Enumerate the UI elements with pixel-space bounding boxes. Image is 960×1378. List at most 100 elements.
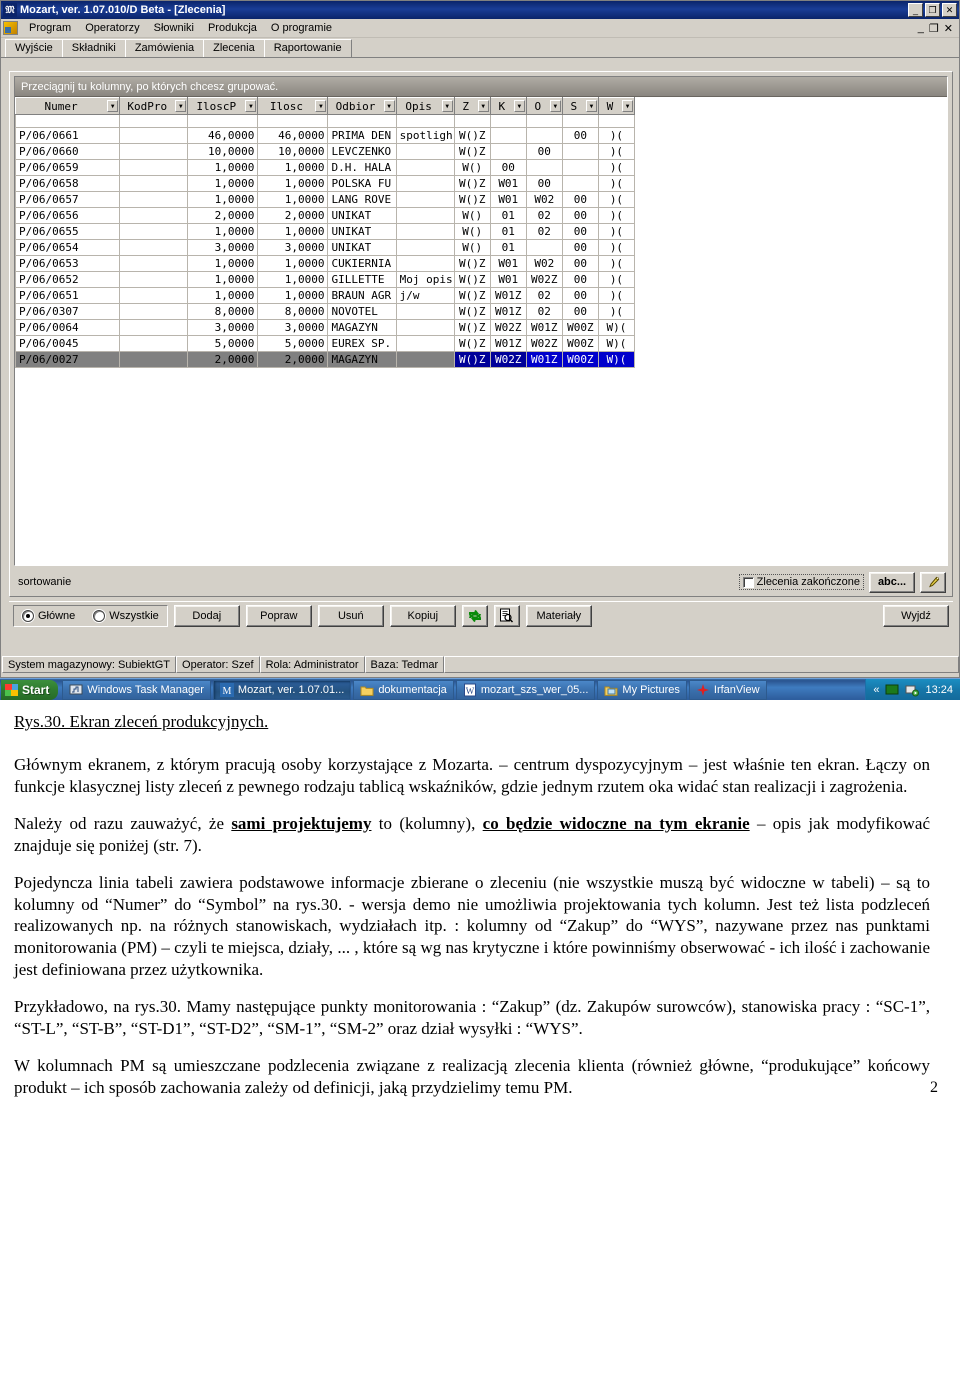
cell-pm-w[interactable]: )( [597, 143, 636, 160]
filter-cell[interactable] [187, 114, 259, 128]
cell-pm-w[interactable]: )( [597, 239, 636, 256]
close-button[interactable]: ✕ [942, 3, 957, 17]
cell-pm-o[interactable]: 00 [525, 143, 563, 160]
chevron-down-icon[interactable]: ▼ [441, 100, 453, 112]
cell-opis[interactable] [395, 319, 455, 336]
cell-kodpro[interactable] [119, 127, 189, 144]
cell-pm-w[interactable]: )( [597, 287, 636, 304]
cell-opis[interactable] [395, 335, 455, 352]
cell-pm-k[interactable]: W02Z [489, 351, 527, 368]
cell-pm-z[interactable]: W()Z [453, 143, 491, 160]
cell-opis[interactable] [395, 191, 455, 208]
cell-kodpro[interactable] [119, 303, 189, 320]
filter-cell[interactable] [395, 114, 455, 128]
tray-expand-icon[interactable]: « [873, 684, 879, 696]
cell-pm-k[interactable]: W01 [489, 271, 527, 288]
cell-pm-o[interactable] [525, 239, 563, 256]
tab-raportowanie[interactable]: Raportowanie [263, 39, 352, 57]
cell-kodpro[interactable] [119, 191, 189, 208]
add-button[interactable]: Dodaj [173, 604, 240, 627]
cell-pm-o[interactable]: 02 [525, 287, 563, 304]
cell-pm-k[interactable]: W02Z [489, 319, 527, 336]
cell-pm-k[interactable] [489, 127, 527, 144]
table-row[interactable]: P/06/0658 1,0000 1,0000 POLSKA FU W()Z W01 00)… [15, 175, 636, 192]
cell-pm-o[interactable]: 02 [525, 207, 563, 224]
cell-pm-o[interactable]: W01Z [525, 351, 563, 368]
cell-pm-w[interactable]: )( [597, 207, 636, 224]
cell-pm-s[interactable]: 00 [561, 287, 599, 304]
cell-ilosc[interactable]: 46,0000 [257, 127, 329, 144]
cell-kodpro[interactable] [119, 319, 189, 336]
cell-odbior[interactable]: BRAUN AGR [327, 287, 397, 304]
table-row[interactable]: P/06/0660 10,0000 10,0000 LEVCZENKO W()Z 00)( [15, 143, 636, 160]
cell-pm-z[interactable]: W()Z [453, 175, 491, 192]
cell-iloscp[interactable]: 1,0000 [187, 175, 259, 192]
cell-pm-z[interactable]: W() [453, 207, 491, 224]
filter-cell[interactable] [561, 114, 599, 128]
cell-pm-s[interactable]: 00 [561, 271, 599, 288]
cell-ilosc[interactable]: 2,0000 [257, 207, 329, 224]
cell-odbior[interactable]: LANG ROVE [327, 191, 397, 208]
cell-numer[interactable]: P/06/0658 [15, 175, 121, 192]
cell-pm-s[interactable]: 00 [561, 303, 599, 320]
cell-pm-s[interactable] [561, 143, 599, 160]
cell-odbior[interactable]: MAGAZYN [327, 351, 397, 368]
cell-iloscp[interactable]: 1,0000 [187, 255, 259, 272]
abc-button[interactable]: abc... [869, 571, 915, 593]
cell-pm-w[interactable]: )( [597, 223, 636, 240]
filter-cell[interactable] [119, 114, 189, 128]
cell-odbior[interactable]: MAGAZYN [327, 319, 397, 336]
finished-orders-checkbox[interactable]: Zlecenia zakończone [738, 574, 864, 590]
table-row[interactable]: P/06/0657 1,0000 1,0000 LANG ROVE W()Z W01 W02… [15, 191, 636, 208]
cell-numer[interactable]: P/06/0659 [15, 159, 121, 176]
column-header-numer[interactable]: Numer ▼ [15, 97, 121, 115]
table-row[interactable]: P/06/0651 1,0000 1,0000 BRAUN AGR j/w W()Z W01… [15, 287, 636, 304]
cell-pm-s[interactable]: 00 [561, 239, 599, 256]
tab-zlecenia[interactable]: Zlecenia [203, 39, 265, 57]
cell-numer[interactable]: P/06/0660 [15, 143, 121, 160]
cell-pm-s[interactable] [561, 175, 599, 192]
table-row[interactable]: P/06/0661 46,0000 46,0000 PRIMA DEN spotligh… [15, 127, 636, 144]
cell-iloscp[interactable]: 10,0000 [187, 143, 259, 160]
cell-pm-w[interactable]: W)( [597, 351, 636, 368]
cell-odbior[interactable]: UNIKAT [327, 239, 397, 256]
cell-numer[interactable]: P/06/0661 [15, 127, 121, 144]
cell-opis[interactable] [395, 351, 455, 368]
filter-cell[interactable] [597, 114, 636, 128]
cell-pm-z[interactable]: W()Z [453, 351, 491, 368]
cell-kodpro[interactable] [119, 271, 189, 288]
cell-pm-k[interactable]: 01 [489, 223, 527, 240]
cell-opis[interactable] [395, 303, 455, 320]
cell-iloscp[interactable]: 3,0000 [187, 319, 259, 336]
chevron-down-icon[interactable]: ▼ [585, 100, 597, 112]
mdi-restore-button[interactable]: ❐ [929, 22, 939, 35]
cell-pm-k[interactable]: 01 [489, 207, 527, 224]
cell-numer[interactable]: P/06/0307 [15, 303, 121, 320]
cell-pm-o[interactable]: W02 [525, 255, 563, 272]
table-row[interactable]: P/06/0652 1,0000 1,0000 GILLETTE Moj opis W()… [15, 271, 636, 288]
cell-pm-k[interactable]: W01Z [489, 303, 527, 320]
chevron-down-icon[interactable]: ▼ [383, 100, 395, 112]
cell-odbior[interactable]: GILLETTE [327, 271, 397, 288]
refresh-icon[interactable] [461, 604, 488, 627]
cell-pm-o[interactable]: W02Z [525, 271, 563, 288]
column-header-o[interactable]: O ▼ [525, 97, 563, 115]
cell-pm-w[interactable]: )( [597, 159, 636, 176]
cell-kodpro[interactable] [119, 351, 189, 368]
cell-pm-s[interactable]: W00Z [561, 351, 599, 368]
menu-item-slowniki[interactable]: Słowniki [147, 20, 201, 36]
table-row[interactable]: P/06/0654 3,0000 3,0000 UNIKAT W() 01 00)( [15, 239, 636, 256]
cell-ilosc[interactable]: 1,0000 [257, 223, 329, 240]
table-row[interactable]: P/06/0045 5,0000 5,0000 EUREX SP. W()Z W01Z W0… [15, 335, 636, 352]
checkbox-box[interactable] [742, 576, 754, 588]
cell-pm-o[interactable]: 00 [525, 175, 563, 192]
cell-pm-z[interactable]: W()Z [453, 255, 491, 272]
column-header-ilosc[interactable]: Ilosc ▼ [257, 97, 329, 115]
filter-cell[interactable] [453, 114, 491, 128]
table-row[interactable]: P/06/0027 2,0000 2,0000 MAGAZYN W()Z W02Z W01Z… [15, 351, 636, 368]
cell-ilosc[interactable]: 1,0000 [257, 255, 329, 272]
column-header-iloscp[interactable]: IloscP ▼ [187, 97, 259, 115]
chevron-down-icon[interactable]: ▼ [175, 100, 187, 112]
print-preview-icon[interactable] [493, 604, 520, 627]
group-drop-hint[interactable]: Przeciągnij tu kolumny, po których chces… [15, 77, 947, 97]
